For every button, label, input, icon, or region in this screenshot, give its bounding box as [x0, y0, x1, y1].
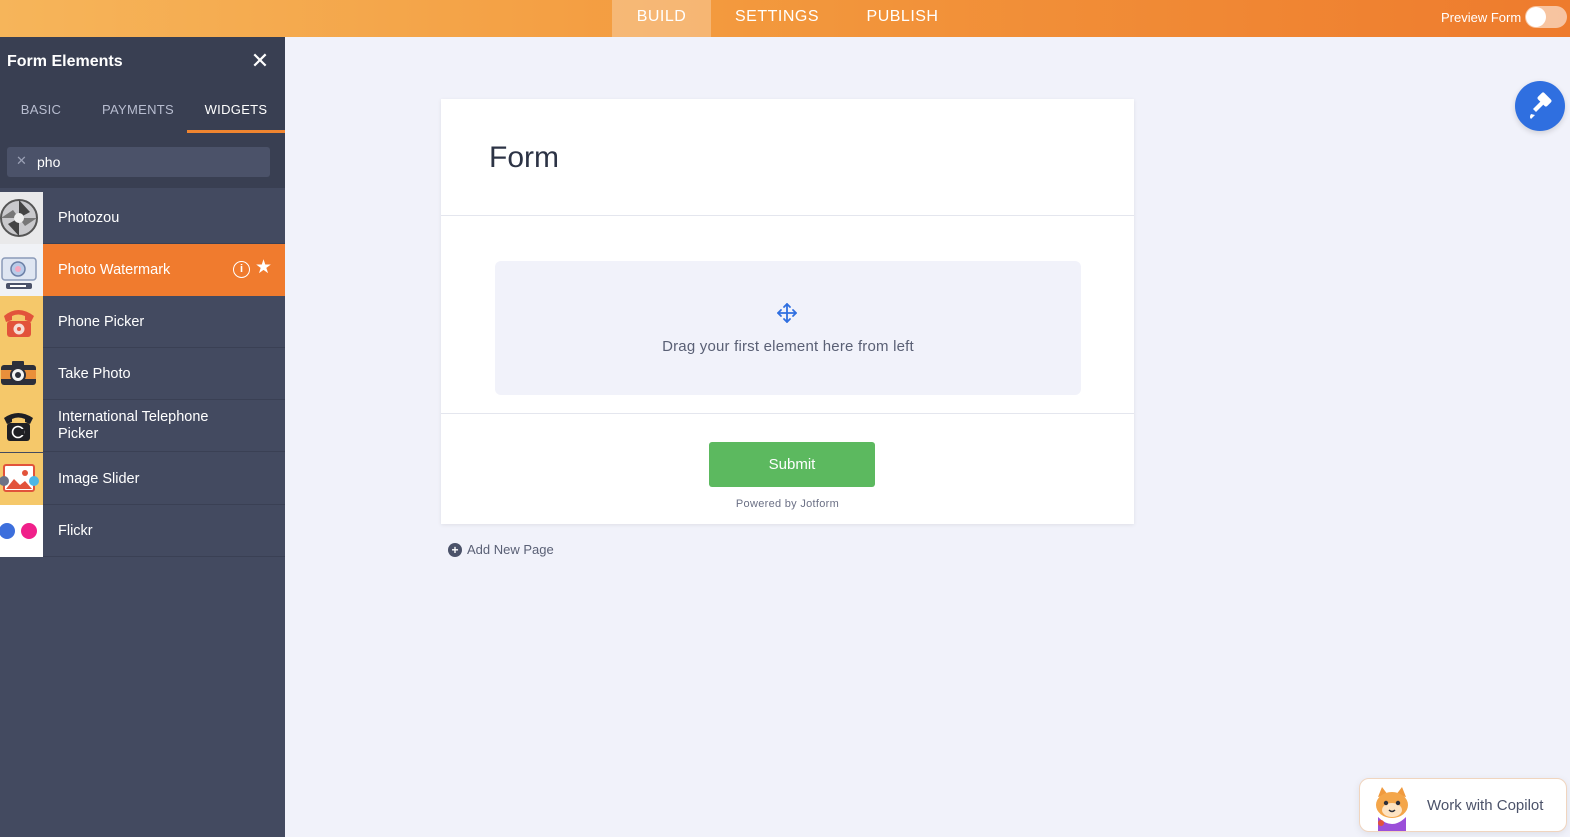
widget-label: Photozou: [58, 209, 120, 226]
list-item-photo-watermark[interactable]: Photo Watermark i ★: [0, 244, 285, 296]
search-box: ✕: [7, 147, 270, 177]
paint-roller-icon: [1530, 92, 1552, 119]
list-item-flickr[interactable]: Flickr: [0, 505, 285, 557]
panel-tabs: BASIC PAYMENTS WIDGETS: [0, 87, 285, 133]
flickr-icon: [0, 505, 43, 557]
add-new-page-button[interactable]: + Add New Page: [448, 542, 554, 557]
widget-label: Flickr: [58, 522, 93, 539]
image-slider-icon: [0, 453, 43, 505]
photozou-icon: [0, 192, 43, 244]
widget-label-wrap: Phone Picker: [43, 296, 285, 348]
preview-form-toggle[interactable]: [1525, 6, 1567, 28]
widget-label: Image Slider: [58, 470, 140, 487]
list-item-image-slider[interactable]: Image Slider: [0, 453, 285, 505]
widget-label: Take Photo: [58, 365, 131, 382]
tab-publish[interactable]: PUBLISH: [855, 0, 950, 37]
copilot-label: Work with Copilot: [1427, 797, 1544, 814]
divider: [441, 413, 1134, 414]
telephone-icon: [0, 296, 43, 348]
panel-header: Form Elements ✕: [0, 37, 285, 87]
dropzone-text: Drag your first element here from left: [662, 338, 914, 355]
preview-form-label: Preview Form: [1441, 10, 1522, 25]
form-designer-button[interactable]: [1515, 81, 1565, 131]
list-item-photozou[interactable]: Photozou: [0, 192, 285, 244]
search-area: ✕: [0, 133, 285, 188]
star-icon[interactable]: ★: [255, 258, 272, 278]
widget-label-wrap: Image Slider: [43, 453, 285, 505]
tab-build[interactable]: BUILD: [612, 0, 711, 37]
black-telephone-icon: [0, 400, 43, 452]
panel-title: Form Elements: [7, 53, 123, 70]
form-card: Form Drag your first element here from l…: [441, 99, 1134, 524]
tab-settings[interactable]: SETTINGS: [725, 0, 829, 37]
widget-label-wrap: Take Photo: [43, 348, 285, 400]
widget-label: International Telephone Picker: [58, 409, 209, 442]
form-title[interactable]: Form: [489, 141, 559, 175]
widget-label-wrap: International Telephone Picker: [43, 400, 285, 452]
toggle-knob: [1526, 7, 1546, 27]
copilot-button[interactable]: Work with Copilot: [1359, 778, 1567, 832]
camera-icon: [0, 348, 43, 400]
list-item-international-telephone-picker[interactable]: International Telephone Picker: [0, 400, 285, 452]
powered-by-text: Powered by Jotform: [735, 498, 840, 510]
tab-payments[interactable]: PAYMENTS: [92, 87, 184, 133]
plus-circle-icon: +: [448, 542, 462, 557]
widget-label: Photo Watermark: [58, 261, 171, 278]
tab-basic[interactable]: BASIC: [0, 87, 82, 133]
widget-label-wrap: Flickr: [43, 505, 285, 557]
divider: [441, 215, 1134, 216]
move-icon: [777, 303, 797, 323]
search-input[interactable]: [37, 147, 262, 177]
camera-watermark-icon: [0, 244, 43, 296]
dropzone[interactable]: Drag your first element here from left: [495, 261, 1081, 395]
list-item-take-photo[interactable]: Take Photo: [0, 348, 285, 400]
form-elements-panel: Form Elements ✕ BASIC PAYMENTS WIDGETS ✕…: [0, 37, 285, 837]
list-item-phone-picker[interactable]: Phone Picker: [0, 296, 285, 348]
widget-label-wrap: Photo Watermark i ★: [43, 244, 285, 296]
add-new-page-label: Add New Page: [467, 542, 554, 557]
widget-label: Phone Picker: [58, 313, 145, 330]
copilot-avatar-icon: [1376, 787, 1408, 831]
widget-label-wrap: Photozou: [43, 192, 285, 244]
close-icon[interactable]: ✕: [250, 50, 270, 72]
clear-search-icon[interactable]: ✕: [16, 153, 27, 169]
info-icon[interactable]: i: [233, 261, 250, 278]
tab-widgets[interactable]: WIDGETS: [187, 87, 285, 133]
submit-button[interactable]: Submit: [709, 442, 875, 487]
top-navigation-bar: BUILD SETTINGS PUBLISH Preview Form: [0, 0, 1570, 37]
